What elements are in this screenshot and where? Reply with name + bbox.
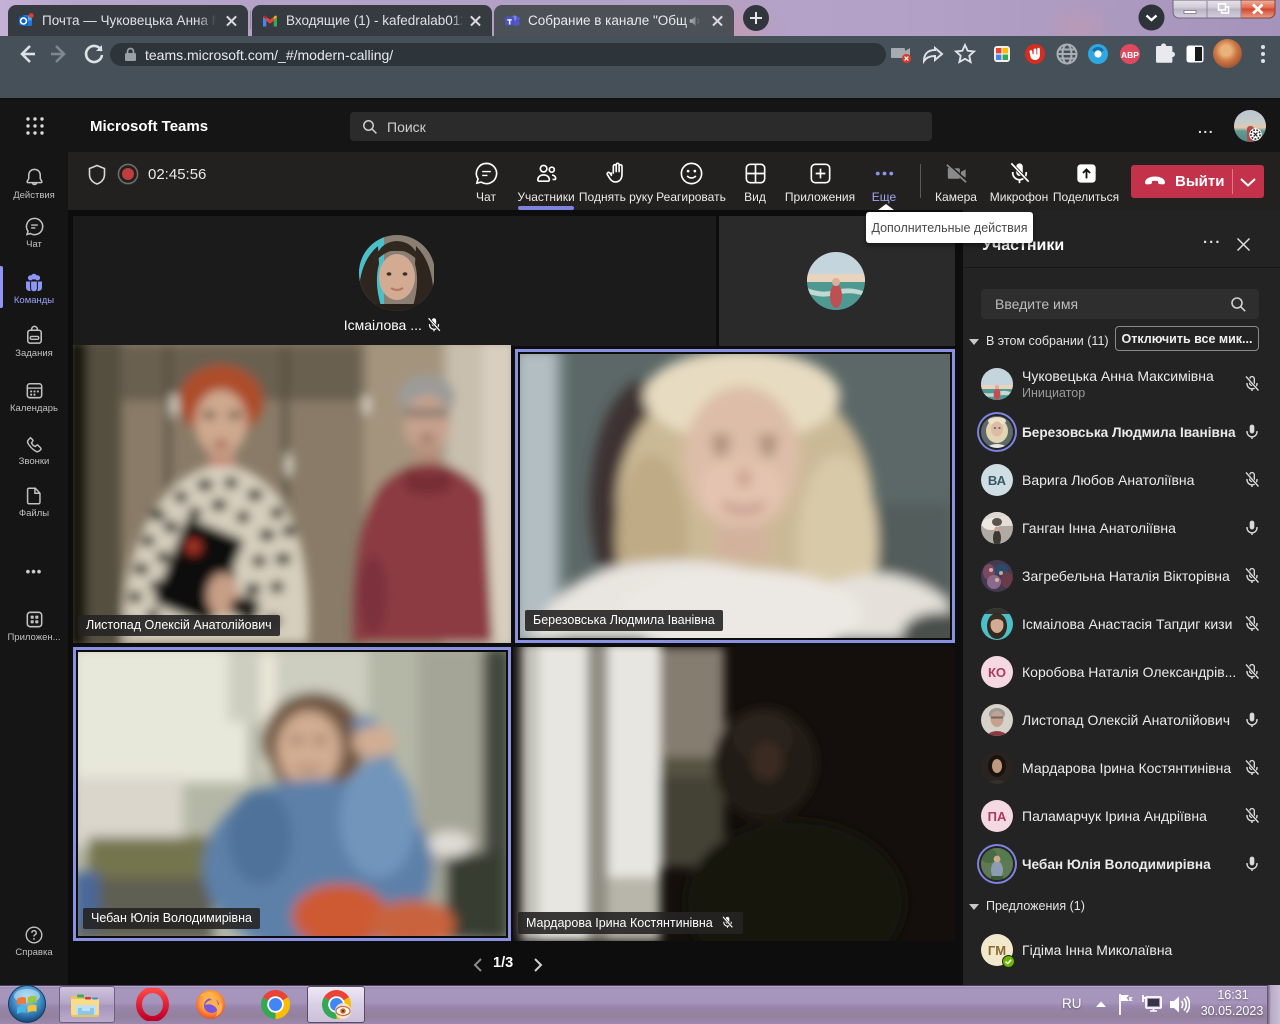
svg-text:ABP: ABP	[1121, 50, 1139, 60]
